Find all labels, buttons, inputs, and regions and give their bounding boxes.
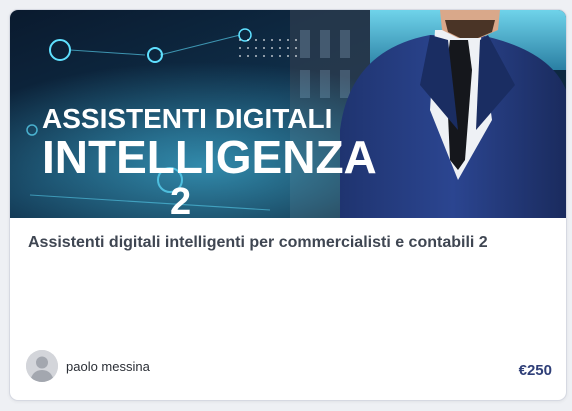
banner-illustration: ASSISTENTI DIGITALI INTELLIGENZA 2 (10, 10, 566, 218)
course-title[interactable]: Assistenti digitali intelligenti per com… (28, 232, 548, 254)
banner-headline-line-1: ASSISTENTI DIGITALI (42, 103, 332, 134)
user-avatar-icon (26, 350, 58, 382)
course-author[interactable]: paolo messina (26, 350, 150, 382)
author-name: paolo messina (66, 358, 150, 374)
banner-headline-line-2: INTELLIGENZA (42, 131, 377, 183)
course-card[interactable]: ASSISTENTI DIGITALI INTELLIGENZA 2 Assis… (9, 9, 567, 401)
course-banner-image[interactable]: ASSISTENTI DIGITALI INTELLIGENZA 2 (10, 10, 566, 218)
banner-headline-line-3: 2 (170, 181, 191, 218)
course-price: €250 (518, 362, 552, 379)
